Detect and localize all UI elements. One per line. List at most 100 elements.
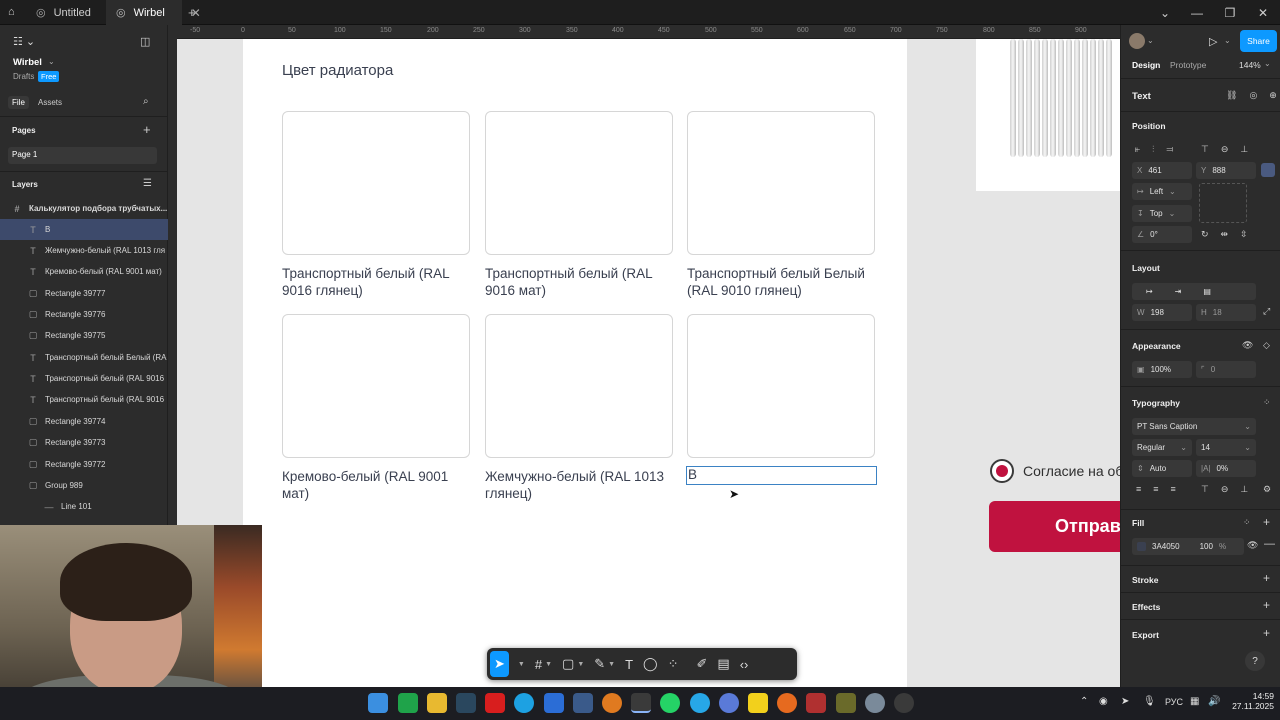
fill-styles-icon[interactable]: ⁘ [1243,517,1251,528]
help-icon[interactable]: ? [1245,651,1265,671]
main-menu-icon[interactable]: ☷ ⌄ [13,35,35,48]
layer-item[interactable]: ▢ Group 989 [0,475,168,496]
page-item[interactable]: Page 1 [8,147,157,164]
color-swatch-card[interactable] [282,111,470,255]
color-swatch-card[interactable] [485,314,673,458]
add-page-icon[interactable]: + [143,122,151,137]
fill-color-field[interactable]: 3A4050 100 % [1132,538,1244,555]
fixed-width-icon[interactable]: ↦ [1146,287,1153,296]
color-swatch-card[interactable] [687,111,875,255]
tab-assets[interactable]: Assets [38,98,62,107]
style-icon[interactable]: ◎ [1249,90,1257,101]
blend-mode-icon[interactable]: ◇ [1263,340,1270,351]
restore-icon[interactable]: ❐ [1213,0,1247,25]
network-icon[interactable]: ▦ [1190,696,1199,707]
type-settings-icon[interactable]: ⚙ [1263,484,1271,495]
layer-selected-text[interactable]: T В [0,219,168,240]
add-fill-icon[interactable]: + [1263,515,1270,529]
chevron-down-icon[interactable]: ⌄ [1147,36,1154,45]
flip-horizontal-icon[interactable]: ⇹ [1221,229,1229,240]
rotate-icon[interactable]: ↻ [1201,229,1209,240]
width-field[interactable]: W 198 [1132,304,1192,321]
close-window-icon[interactable]: ✕ [1246,0,1280,25]
text-align-center-icon[interactable]: ≡ [1153,484,1158,494]
text-align-top-icon[interactable]: ⊤ [1201,484,1209,495]
color-swatch-card[interactable] [282,314,470,458]
horizontal-constraint-select[interactable]: ↦ Left ⌄ [1132,183,1192,200]
zoom-level[interactable]: 144% [1239,60,1261,70]
align-middle-icon[interactable]: ⊖ [1221,144,1229,155]
layer-item[interactable]: T Транспортный белый (RAL 9016 [0,368,168,389]
sidebar-toggle-icon[interactable]: ◫ [140,35,150,48]
draw-mode-button[interactable]: ✐ [693,651,712,677]
letter-spacing-field[interactable]: |A| 0% [1196,460,1256,477]
consent-radio[interactable]: Согласие на об [990,459,1120,483]
align-center-icon[interactable]: ⫶ [1152,144,1154,155]
text-tool-button[interactable]: T [621,651,637,677]
yandex-browser-icon[interactable] [485,693,505,713]
align-right-icon[interactable]: ⫤ [1166,144,1173,155]
file-name[interactable]: Wirbel [13,57,42,68]
layer-item[interactable]: T Транспортный белый (RAL 9016 [0,389,168,410]
app-icon[interactable] [573,693,593,713]
send-button[interactable]: Отправ [989,501,1120,552]
edge-icon[interactable] [514,693,534,713]
frame-tool-button[interactable]: # ▼ [531,651,556,677]
home-icon[interactable]: ⌂ [8,6,15,18]
height-field[interactable]: H 18 [1196,304,1256,321]
tab-prototype[interactable]: Prototype [1170,60,1206,70]
remove-fill-icon[interactable]: — [1264,538,1275,550]
tab-untitled[interactable]: ◎ Untitled [26,0,104,25]
layer-item[interactable]: ▢ Rectangle 39776 [0,304,168,325]
layer-item[interactable]: T Транспортный белый Белый (RA [0,347,168,368]
layer-item[interactable]: ▢ Rectangle 39773 [0,432,168,453]
chevron-down-icon[interactable]: ⌄ [1148,0,1182,25]
swatch-label[interactable]: Кремово-белый (RAL 9001 мат) [282,468,472,502]
share-button[interactable]: Share [1240,30,1277,52]
blender-icon[interactable] [602,693,622,713]
y-field[interactable]: Y 888 [1196,162,1256,179]
language-indicator[interactable]: РУС [1165,697,1183,707]
align-left-icon[interactable]: ⫦ [1135,144,1140,155]
tab-wirbel[interactable]: ◎ Wirbel ✕ [106,0,201,25]
ms-store-icon[interactable] [544,693,564,713]
microphone-icon[interactable]: 🎙 [1143,696,1156,707]
app-icon[interactable] [894,693,914,713]
clock[interactable]: 14:59 27.11.2025 [1229,691,1274,711]
layer-frame[interactable]: # Калькулятор подбора трубчатых... [0,198,168,219]
resize-to-fit-icon[interactable]: ⤢ [1263,306,1270,317]
search-icon[interactable]: ⌕ [143,96,149,107]
text-align-right-icon[interactable]: ≡ [1171,484,1176,494]
play-icon[interactable]: ▷ [1209,35,1217,48]
add-stroke-icon[interactable]: + [1263,571,1270,585]
chevron-down-icon[interactable]: ⌄ [1264,59,1271,68]
rectangle-tool-button[interactable]: ▢ ▼ [558,651,588,677]
constraints-toggle-icon[interactable] [1261,163,1275,177]
drafts-label[interactable]: Drafts [13,72,34,81]
firefox-icon[interactable] [777,693,797,713]
vertical-constraint-select[interactable]: ↧ Top ⌄ [1132,205,1192,222]
dev-mode-button[interactable]: ▤ [713,651,733,677]
layer-item[interactable]: T Жемчужно-белый (RAL 1013 гля [0,240,168,261]
fill-swatch[interactable] [1137,542,1146,551]
app-icon[interactable] [836,693,856,713]
line-height-field[interactable]: ⇕ Auto [1132,460,1192,477]
text-align-left-icon[interactable]: ≡ [1136,484,1141,494]
rotation-field[interactable]: ∠ 0° [1132,226,1192,243]
layer-item[interactable]: T Кремово-белый (RAL 9001 мат) [0,261,168,282]
tool-menu-chevron[interactable]: ▼ [511,651,529,677]
layer-item[interactable]: — Line 101 [0,496,168,517]
figma-icon[interactable] [631,693,651,713]
opacity-field[interactable]: ▣ 100% [1132,361,1192,378]
layer-item[interactable]: ▢ Rectangle 39772 [0,454,168,475]
layer-item[interactable]: ▢ Rectangle 39777 [0,283,168,304]
steam-icon[interactable] [456,693,476,713]
tray-chevron-up-icon[interactable]: ⌃ [1080,696,1088,707]
whatsapp-icon[interactable] [660,693,680,713]
hug-contents-icon[interactable]: ⇥ [1175,287,1182,296]
align-bottom-icon[interactable]: ⊥ [1240,144,1248,155]
minimize-icon[interactable]: — [1180,0,1214,25]
font-family-select[interactable]: PT Sans Caption ⌄ [1132,418,1256,435]
components-tool-button[interactable]: ⁘ [664,651,683,677]
move-tool-button[interactable]: ➤ [490,651,509,677]
